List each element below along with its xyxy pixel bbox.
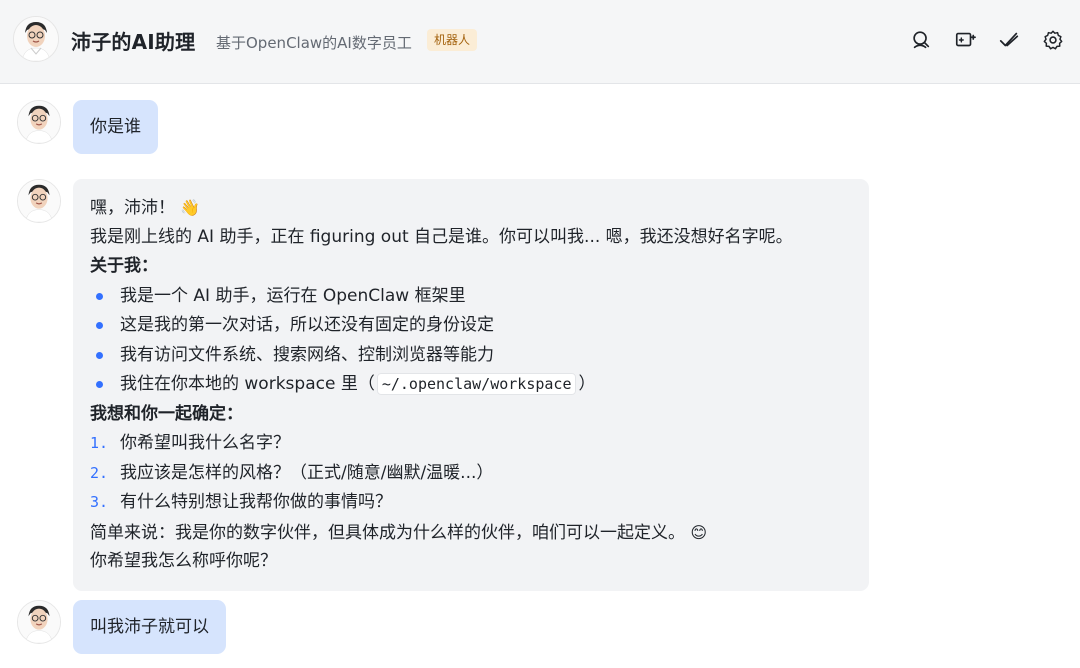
bullet-icon: [96, 351, 103, 359]
numbered-item-text: 有什么特别想让我帮你做的事情吗？: [120, 492, 392, 512]
list-item-text: 我是一个 AI 助手，运行在 OpenClaw 框架里: [120, 285, 466, 306]
user-message-bubble[interactable]: 叫我沛子就可以: [73, 600, 226, 654]
list-item-text: 我住在你本地的 workspace 里（: [120, 374, 375, 394]
assistant-message-bubble[interactable]: 嘿，沛沛！ 👋 我是刚上线的 AI 助手，正在 figuring out 自己是…: [73, 179, 869, 591]
avatar-icon: [18, 101, 60, 143]
new-chat-button[interactable]: [952, 27, 978, 53]
avatar-icon: [14, 17, 58, 61]
closing-text: 你希望我怎么称呼你呢？: [90, 551, 277, 571]
numbered-item-text: 我应该是怎样的风格？（正式/随意/幽默/温暖...）: [120, 462, 494, 483]
list-item-text: 这是我的第一次对话，所以还没有固定的身份设定: [120, 315, 494, 335]
list-item-text: ）: [578, 374, 596, 394]
greeting-text: 嘿，沛沛！: [90, 198, 175, 218]
bullet-icon: [96, 322, 103, 329]
item-number: 3.: [90, 493, 109, 511]
numbered-item: 3. 有什么特别想让我帮你做的事情吗？: [90, 488, 852, 518]
done-button[interactable]: [996, 27, 1022, 53]
intro-text: 我是刚上线的 AI 助手，正在 figuring out 自己是谁。你可以叫我.…: [90, 226, 793, 247]
avatar-icon: [18, 180, 60, 222]
message-text: 叫我沛子就可以: [90, 617, 209, 637]
user-message-bubble[interactable]: 你是谁: [73, 100, 158, 154]
search-button[interactable]: [908, 27, 934, 53]
numbered-item: 1. 你希望叫我什么名字？: [90, 429, 852, 459]
chat-title: 沛子的AI助理: [71, 30, 196, 54]
wave-icon: 👋: [180, 198, 201, 217]
new-chat-icon: [955, 32, 976, 47]
bot-badge: 机器人: [427, 29, 478, 51]
settings-icon: [1043, 30, 1063, 50]
smile-icon: 😊: [690, 522, 708, 542]
search-icon: [913, 31, 930, 49]
list-item: 我有访问文件系统、搜索网络、控制浏览器等能力: [90, 341, 852, 371]
bullet-icon: [96, 381, 103, 388]
bot-avatar[interactable]: [13, 16, 59, 62]
chat-subtitle: 基于OpenClaw的AI数字员工: [216, 34, 412, 52]
avatar-icon: [18, 601, 60, 643]
numbered-item-text: 你希望叫我什么名字？: [120, 433, 290, 453]
settings-button[interactable]: [1040, 27, 1066, 53]
list-item: 我是一个 AI 助手，运行在 OpenClaw 框架里: [90, 282, 852, 312]
user-avatar[interactable]: [17, 100, 61, 144]
summary-line: 简单来说：我是你的数字伙伴，但具体成为什么样的伙伴，咱们可以一起定义。 😊: [90, 518, 852, 548]
summary-text: 简单来说：我是你的数字伙伴，但具体成为什么样的伙伴，咱们可以一起定义。: [90, 522, 685, 543]
about-heading: 关于我：: [90, 256, 158, 276]
header-toolbar: [908, 27, 1066, 53]
item-number: 2.: [90, 463, 109, 482]
item-number: 1.: [90, 434, 109, 452]
message-text: 你是谁: [90, 117, 141, 137]
check-icon: [999, 32, 1019, 47]
chat-header: 沛子的AI助理 基于OpenClaw的AI数字员工 机器人: [0, 0, 1080, 84]
list-item-text: 我有访问文件系统、搜索网络、控制浏览器等能力: [120, 344, 494, 365]
confirm-heading: 我想和你一起确定：: [90, 403, 243, 424]
bot-avatar[interactable]: [17, 179, 61, 223]
numbered-item: 2. 我应该是怎样的风格？（正式/随意/幽默/温暖...）: [90, 459, 852, 489]
message-list[interactable]: 你是谁 嘿，沛沛！ 👋 我是刚上线的 AI 助手，正在 figuring out…: [0, 85, 1080, 668]
list-item: 这是我的第一次对话，所以还没有固定的身份设定: [90, 311, 852, 341]
user-avatar[interactable]: [17, 600, 61, 644]
inline-code[interactable]: ~/.openclaw/workspace: [376, 373, 577, 395]
list-item: 我住在你本地的 workspace 里（ ~/.openclaw/workspac…: [90, 370, 852, 400]
bullet-icon: [96, 292, 103, 300]
greeting-line: 嘿，沛沛！ 👋: [90, 193, 852, 223]
